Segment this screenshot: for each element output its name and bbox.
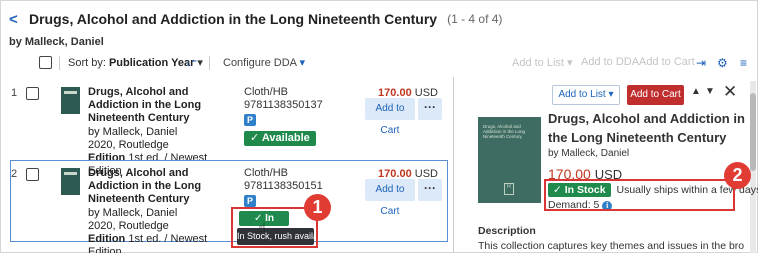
add-to-cart-button[interactable]: Add to Cart — [365, 98, 415, 136]
add-to-dda-button[interactable]: Add to DDA — [581, 56, 639, 68]
description-text: This collection captures key themes and … — [478, 240, 744, 252]
book-publisher: 2020, Routledge — [88, 138, 169, 151]
row-checkbox[interactable] — [26, 168, 39, 181]
callout-badge-2: 2 — [724, 162, 751, 189]
row-number: 1 — [11, 87, 18, 99]
gear-icon[interactable]: ⚙ — [717, 56, 728, 70]
sort-label: Sort by: — [68, 57, 106, 69]
panel-author: by Malleck, Daniel — [548, 148, 630, 159]
row-info: Drugs, Alcohol and Addiction in the Long… — [88, 167, 236, 253]
description-heading: Description — [478, 225, 536, 237]
callout-badge-1: 1 — [304, 194, 331, 221]
export-icon[interactable]: ⇥ — [696, 56, 706, 70]
page: < Drugs, Alcohol and Addiction in the Lo… — [0, 0, 758, 253]
book-author: by Malleck, Daniel — [88, 206, 178, 219]
panel-divider — [453, 77, 454, 253]
list-item[interactable]: 2 Drugs, Alcohol and Addiction in the Lo… — [1, 165, 448, 253]
header: < Drugs, Alcohol and Addiction in the Lo… — [9, 9, 502, 29]
book-cover-image: Drugs, Alcohol and Addiction in the Long… — [478, 117, 541, 203]
format: Cloth/HB — [244, 86, 289, 98]
sort-dropdown[interactable]: Sort by: Publication Year ▾ — [68, 56, 203, 69]
book-publisher: 2020, Routledge — [88, 219, 169, 232]
close-icon[interactable]: ✕ — [723, 82, 737, 102]
edition-label: Edition — [88, 233, 126, 246]
author-byline: by Malleck, Daniel — [9, 36, 104, 48]
print-badge: P — [244, 114, 256, 127]
print-badge: P — [244, 195, 256, 208]
format: Cloth/HB — [244, 167, 289, 179]
highlight-box-2 — [544, 179, 735, 211]
add-to-cart-toolbar-button[interactable]: Add to Cart — [639, 56, 695, 68]
more-options-button[interactable]: ··· — [418, 98, 442, 120]
panel-title: Drugs, Alcohol and Addiction in the Long… — [548, 111, 745, 145]
add-to-list-label: Add to List — [512, 57, 564, 69]
detail-panel: Add to List ▾ Add to Cart ▲ ▼ ✕ Drugs, A… — [462, 78, 758, 253]
panel-add-to-list-button[interactable]: Add to List ▾ — [552, 85, 620, 105]
configure-dda-dropdown[interactable]: Configure DDA ▾ — [223, 56, 305, 69]
availability-badge: ✓ Available — [244, 130, 316, 146]
book-title-link[interactable]: Drugs, Alcohol and Addiction in the Long… — [88, 86, 236, 126]
row-number: 2 — [11, 168, 18, 180]
book-cover-thumbnail[interactable] — [61, 87, 80, 114]
back-chevron-icon[interactable]: < — [9, 11, 23, 28]
toolbar: Sort by: Publication Year ▾ ↓⁼ Configure… — [1, 52, 758, 74]
book-title-link[interactable]: Drugs, Alcohol and Addiction in the Long… — [88, 167, 236, 207]
select-all-checkbox[interactable] — [39, 56, 52, 69]
page-title: Drugs, Alcohol and Addiction in the Long… — [29, 11, 438, 27]
previous-arrow-icon[interactable]: ▲ — [691, 86, 701, 97]
cover-title: Drugs, Alcohol and Addiction in the Long… — [483, 124, 526, 139]
add-to-cart-button[interactable]: Add to Cart — [365, 179, 415, 217]
row-checkbox[interactable] — [26, 87, 39, 100]
list-item[interactable]: 1 Drugs, Alcohol and Addiction in the Lo… — [1, 84, 448, 177]
book-author: by Malleck, Daniel — [88, 125, 178, 138]
isbn: 9781138350151 — [244, 180, 323, 193]
divider — [209, 56, 210, 70]
divider — [59, 56, 60, 70]
book-cover-thumbnail[interactable] — [61, 168, 80, 195]
chevron-down-icon: ▾ — [197, 57, 203, 69]
isbn: 9781138350137 — [244, 99, 323, 112]
result-count: (1 - 4 of 4) — [447, 12, 503, 26]
next-arrow-icon[interactable]: ▼ — [705, 86, 715, 97]
list-view-icon[interactable]: ≡ — [740, 56, 747, 70]
more-options-button[interactable]: ··· — [418, 179, 442, 201]
chevron-down-icon: ▾ — [299, 57, 305, 69]
panel-add-to-cart-button[interactable]: Add to Cart — [627, 85, 684, 105]
scrollbar-thumb[interactable] — [750, 93, 756, 171]
sort-direction-icon[interactable]: ↓⁼ — [186, 56, 197, 69]
sort-value: Publication Year — [108, 57, 195, 69]
add-to-list-button[interactable]: Add to List ▾ — [512, 56, 573, 69]
configure-dda-label: Configure DDA — [223, 57, 297, 69]
publisher-logo-icon: R — [504, 183, 514, 195]
panel-add-to-list-label: Add to List — [558, 89, 606, 100]
scrollbar[interactable] — [750, 81, 756, 253]
format-block: Cloth/HB 9781138350137 P ✓ Available — [244, 86, 323, 146]
